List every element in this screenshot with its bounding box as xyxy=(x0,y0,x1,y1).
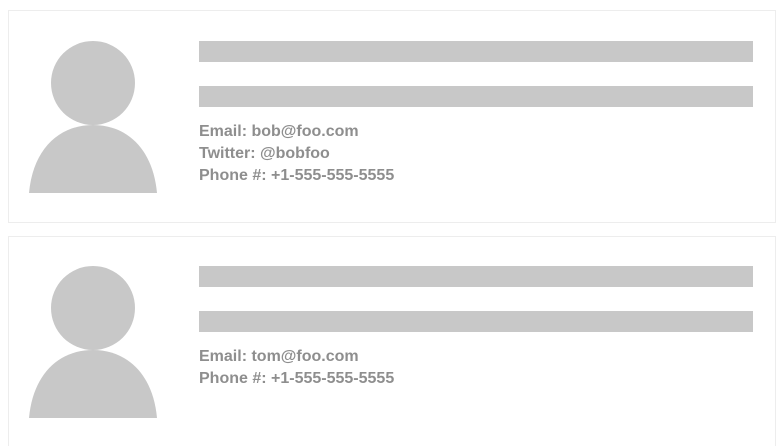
contact-details: Email: bob@foo.com Twitter: @bobfoo Phon… xyxy=(199,121,394,187)
phone-text: Phone #: +1-555-555-5555 xyxy=(199,167,395,184)
subtitle-placeholder-bar xyxy=(199,86,753,107)
contact-card[interactable]: Email: bob@foo.com Twitter: @bobfoo Phon… xyxy=(8,10,776,223)
phone-text: Phone #: +1-555-555-5555 xyxy=(199,370,395,387)
twitter-text: Twitter: @bobfoo xyxy=(199,145,330,162)
contact-details: Email: tom@foo.com Phone #: +1-555-555-5… xyxy=(199,346,394,390)
person-silhouette-icon xyxy=(29,266,157,418)
name-placeholder-bar xyxy=(199,41,753,62)
email-text: Email: tom@foo.com xyxy=(199,348,359,365)
person-silhouette-icon xyxy=(29,41,157,193)
email-text: Email: bob@foo.com xyxy=(199,123,359,140)
subtitle-placeholder-bar xyxy=(199,311,753,332)
name-placeholder-bar xyxy=(199,266,753,287)
contact-card[interactable]: Email: tom@foo.com Phone #: +1-555-555-5… xyxy=(8,236,776,446)
